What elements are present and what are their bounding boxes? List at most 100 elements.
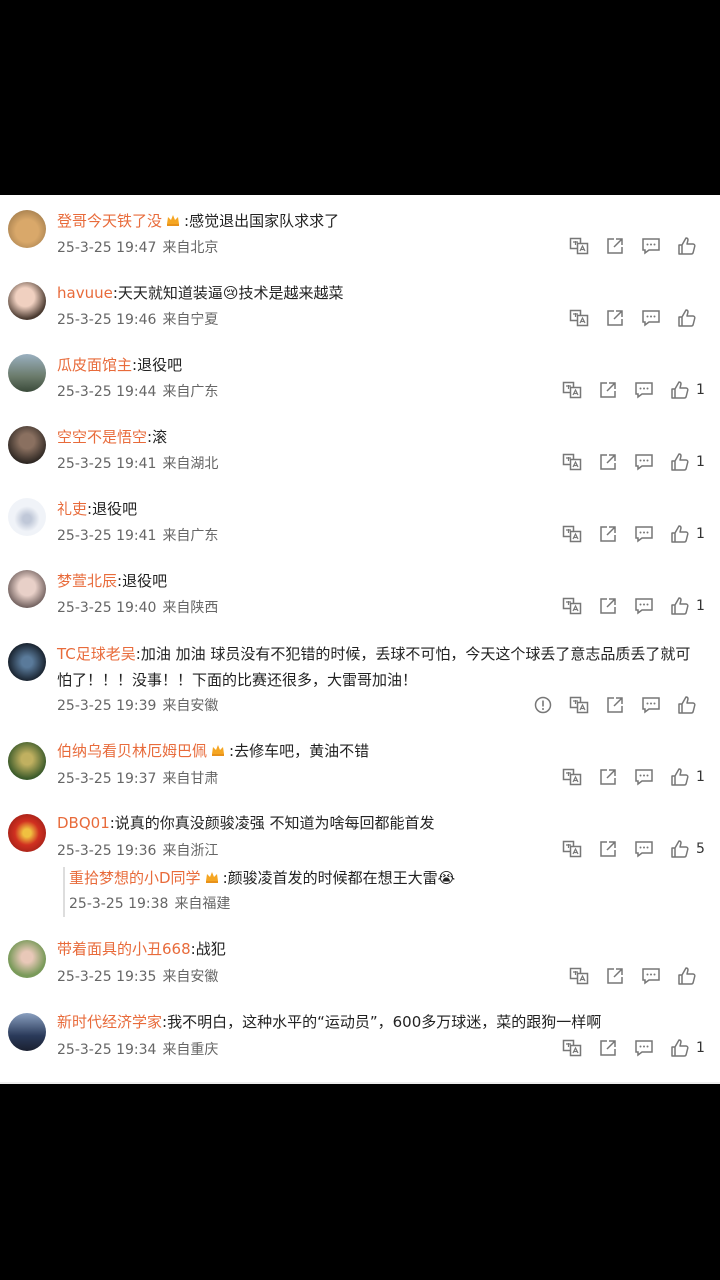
comment-text: :退役吧 bbox=[132, 356, 183, 374]
comment-icon[interactable] bbox=[634, 380, 654, 400]
crown-icon bbox=[167, 215, 180, 226]
comment-actions bbox=[553, 236, 697, 256]
username[interactable]: 伯纳乌看贝林厄姆巴佩 bbox=[57, 742, 207, 760]
like-icon[interactable] bbox=[677, 308, 697, 328]
share-icon[interactable] bbox=[605, 236, 625, 256]
like-icon[interactable] bbox=[670, 839, 690, 859]
comment-time: 25-3-25 19:41 bbox=[57, 456, 157, 472]
comment-panel: 登哥今天铁了没:感觉退出国家队求求了 25-3-25 19:47 来自北京 hav… bbox=[0, 195, 720, 1084]
avatar[interactable] bbox=[8, 814, 46, 852]
share-icon[interactable] bbox=[598, 1038, 618, 1058]
comment-icon[interactable] bbox=[634, 452, 654, 472]
avatar[interactable] bbox=[8, 940, 46, 978]
comment-icon[interactable] bbox=[634, 596, 654, 616]
comment-icon[interactable] bbox=[641, 695, 661, 715]
comment-text: :退役吧 bbox=[87, 500, 138, 518]
like-icon[interactable] bbox=[670, 596, 690, 616]
comment-location: 来自宁夏 bbox=[162, 312, 219, 328]
comment-icon[interactable] bbox=[634, 767, 654, 787]
comment-location: 来自陕西 bbox=[162, 600, 219, 616]
like-icon[interactable] bbox=[670, 452, 690, 472]
avatar[interactable] bbox=[8, 210, 46, 248]
comment-location: 来自甘肃 bbox=[162, 771, 219, 787]
comment-text: :说真的你真没颜骏凌强 不知道为啥每回都能首发 bbox=[109, 814, 435, 832]
like-icon[interactable] bbox=[670, 380, 690, 400]
like-count: 1 bbox=[696, 454, 705, 470]
translate-icon[interactable] bbox=[569, 695, 589, 715]
translate-icon[interactable] bbox=[569, 236, 589, 256]
like-icon[interactable] bbox=[677, 695, 697, 715]
comment-location: 来自广东 bbox=[162, 528, 219, 544]
translate-icon[interactable] bbox=[569, 308, 589, 328]
username[interactable]: 新时代经济学家 bbox=[57, 1013, 162, 1031]
username[interactable]: 梦萱北辰 bbox=[57, 572, 117, 590]
like-icon[interactable] bbox=[677, 966, 697, 986]
translate-icon[interactable] bbox=[569, 966, 589, 986]
username[interactable]: 登哥今天铁了没 bbox=[57, 212, 162, 230]
username[interactable]: DBQ01 bbox=[57, 814, 110, 832]
username[interactable]: 礼吏 bbox=[57, 500, 87, 518]
comment-text: :我不明白，这种水平的“运动员”，600多万球迷，菜的跟狗一样啊 bbox=[162, 1013, 602, 1031]
comment-time: 25-3-25 19:41 bbox=[57, 528, 157, 544]
comment-time: 25-3-25 19:47 bbox=[57, 240, 157, 256]
share-icon[interactable] bbox=[605, 966, 625, 986]
username[interactable]: TC足球老吴 bbox=[57, 645, 136, 663]
reply-time: 25-3-25 19:38 bbox=[69, 896, 169, 912]
comment-text: :滚 bbox=[147, 428, 168, 446]
like-icon[interactable] bbox=[670, 1038, 690, 1058]
avatar[interactable] bbox=[8, 643, 46, 681]
avatar[interactable] bbox=[8, 282, 46, 320]
comment-text: :感觉退出国家队求求了 bbox=[184, 212, 340, 230]
share-icon[interactable] bbox=[598, 380, 618, 400]
comment-icon[interactable] bbox=[641, 236, 661, 256]
avatar[interactable] bbox=[8, 498, 46, 536]
avatar[interactable] bbox=[8, 1013, 46, 1051]
translate-icon[interactable] bbox=[562, 767, 582, 787]
translate-icon[interactable] bbox=[562, 452, 582, 472]
translate-icon[interactable] bbox=[562, 524, 582, 544]
share-icon[interactable] bbox=[598, 767, 618, 787]
comment-location: 来自湖北 bbox=[162, 456, 219, 472]
share-icon[interactable] bbox=[605, 308, 625, 328]
reply-text: :颜骏凌首发的时候都在想王大雷😭 bbox=[222, 869, 456, 887]
avatar[interactable] bbox=[8, 354, 46, 392]
like-icon[interactable] bbox=[670, 524, 690, 544]
translate-icon[interactable] bbox=[562, 839, 582, 859]
comment-icon[interactable] bbox=[641, 308, 661, 328]
comment-meta: 25-3-25 19:39 来自安徽 bbox=[57, 695, 218, 715]
username[interactable]: 瓜皮面馆主 bbox=[57, 356, 132, 374]
share-icon[interactable] bbox=[598, 524, 618, 544]
share-icon[interactable] bbox=[605, 695, 625, 715]
comment-meta: 25-3-25 19:46 来自宁夏 bbox=[57, 309, 218, 329]
share-icon[interactable] bbox=[598, 452, 618, 472]
like-count: 1 bbox=[696, 382, 705, 398]
translate-icon[interactable] bbox=[562, 1038, 582, 1058]
comment-icon[interactable] bbox=[641, 966, 661, 986]
comment-icon[interactable] bbox=[634, 1038, 654, 1058]
like-icon[interactable] bbox=[670, 767, 690, 787]
comment-text: :天天就知道装逼😢技术是越来越菜 bbox=[112, 284, 344, 302]
like-count: 5 bbox=[696, 841, 705, 857]
avatar[interactable] bbox=[8, 426, 46, 464]
comment-time: 25-3-25 19:39 bbox=[57, 698, 157, 714]
translate-icon[interactable] bbox=[562, 596, 582, 616]
avatar[interactable] bbox=[8, 570, 46, 608]
reply-location: 来自福建 bbox=[174, 896, 231, 912]
share-icon[interactable] bbox=[598, 839, 618, 859]
translate-icon[interactable] bbox=[562, 380, 582, 400]
like-icon[interactable] bbox=[677, 236, 697, 256]
username[interactable]: 空空不是悟空 bbox=[57, 428, 147, 446]
reply-username[interactable]: 重拾梦想的小D同学 bbox=[69, 869, 201, 887]
avatar[interactable] bbox=[8, 742, 46, 780]
share-icon[interactable] bbox=[598, 596, 618, 616]
crown-icon bbox=[212, 745, 225, 756]
comment-text: :退役吧 bbox=[117, 572, 168, 590]
comment-icon[interactable] bbox=[634, 524, 654, 544]
username[interactable]: havuue bbox=[57, 284, 113, 302]
comment-location: 来自广东 bbox=[162, 384, 219, 400]
username[interactable]: 带着面具的小丑668 bbox=[57, 940, 191, 958]
comment-icon[interactable] bbox=[634, 839, 654, 859]
report-icon[interactable] bbox=[533, 695, 553, 715]
reply-item: 重拾梦想的小D同学 :颜骏凌首发的时候都在想王大雷😭 25-3-25 19:38 来… bbox=[63, 867, 709, 917]
comment-time: 25-3-25 19:44 bbox=[57, 384, 157, 400]
